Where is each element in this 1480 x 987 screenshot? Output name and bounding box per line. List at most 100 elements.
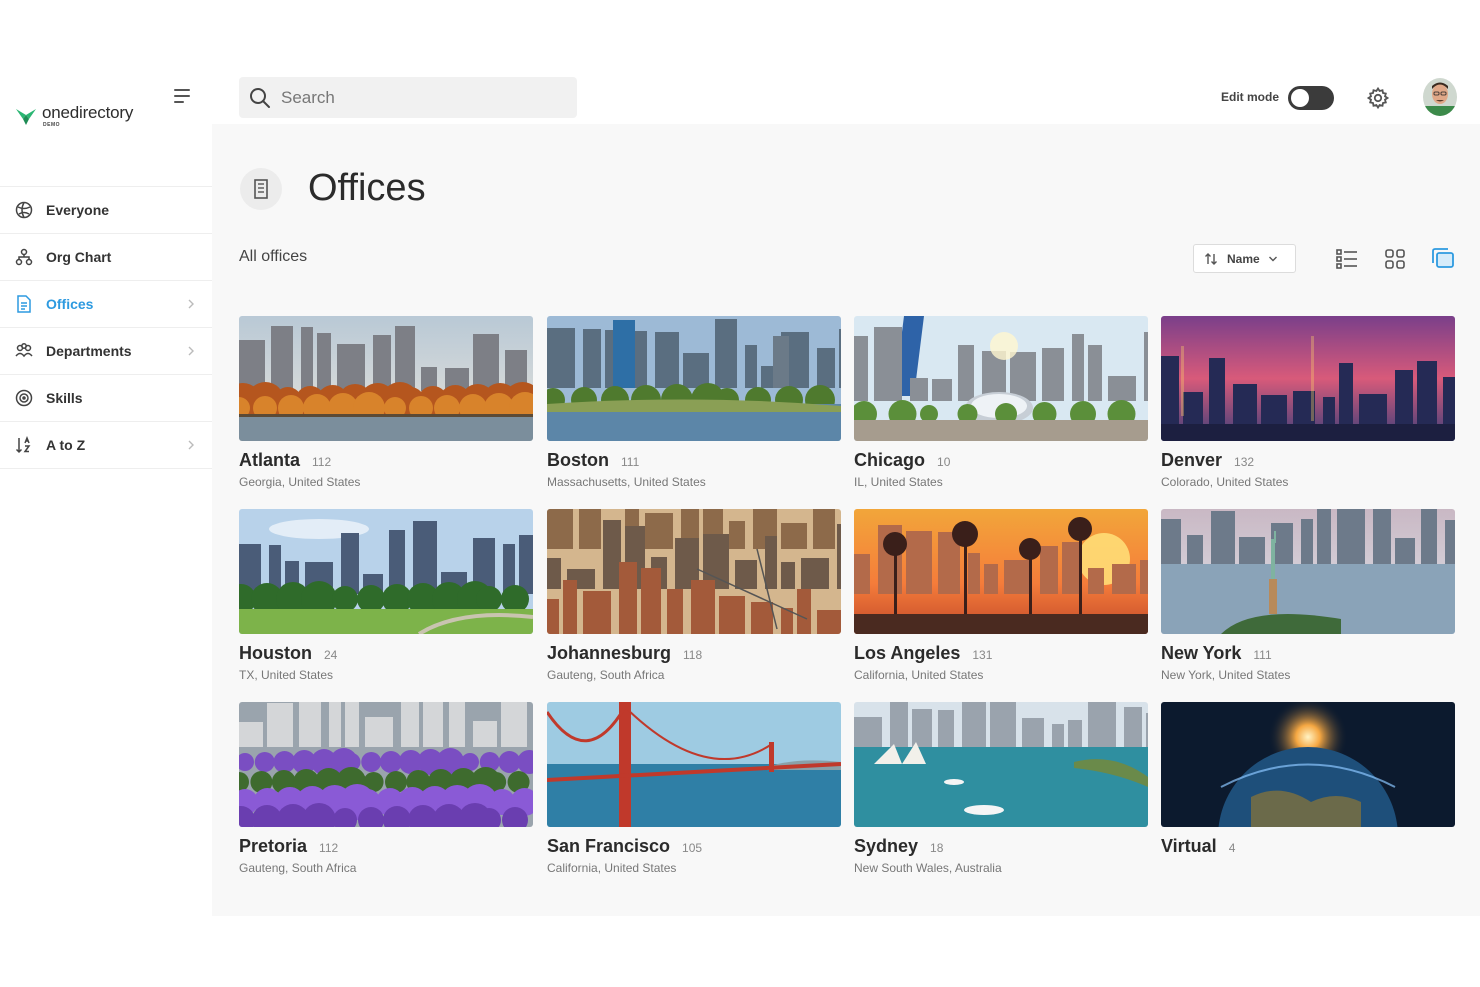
gear-icon[interactable]: [1366, 86, 1390, 110]
sort-label: Name: [1227, 251, 1260, 266]
office-name: Denver: [1161, 450, 1223, 470]
chevron-right-icon: [184, 344, 198, 358]
sort-icon: [1205, 252, 1217, 265]
office-location: Colorado, United States: [1161, 475, 1289, 489]
menu-toggle-button[interactable]: [174, 89, 194, 107]
sidebar-item-label: Org Chart: [46, 249, 112, 265]
office-location: Gauteng, South Africa: [239, 861, 357, 875]
office-card-boston[interactable]: Boston 111 Massachusetts, United States: [547, 316, 841, 501]
departments-icon: [14, 341, 34, 361]
office-location: California, United States: [547, 861, 677, 875]
sidebar-item-org-chart[interactable]: Org Chart: [0, 234, 212, 281]
toggle-knob: [1291, 89, 1309, 107]
sidebar-item-skills[interactable]: Skills: [0, 375, 212, 422]
office-location: Gauteng, South Africa: [547, 668, 665, 682]
office-photo: [547, 702, 841, 827]
office-title-row: San Francisco 105: [547, 836, 841, 857]
page-title: Offices: [308, 167, 426, 209]
office-name: San Francisco: [547, 836, 671, 856]
office-member-count: 10: [937, 455, 951, 469]
office-member-count: 118: [683, 648, 703, 662]
office-card-denver[interactable]: Denver 132 Colorado, United States: [1161, 316, 1455, 501]
office-name: Chicago: [854, 450, 926, 470]
sidebar-item-offices[interactable]: Offices: [0, 281, 212, 328]
office-title-row: Chicago 10: [854, 450, 1148, 471]
office-title-row: Houston 24: [239, 643, 533, 664]
edit-mode-label: Edit mode: [1221, 90, 1280, 104]
list-view-icon: [1336, 249, 1357, 269]
office-location: Georgia, United States: [239, 475, 361, 489]
office-photo: [239, 702, 533, 827]
office-location: California, United States: [854, 668, 984, 682]
sidebar-item-label: A to Z: [46, 437, 86, 453]
sort-dropdown[interactable]: Name: [1193, 244, 1296, 273]
office-location: New York, United States: [1161, 668, 1291, 682]
office-card-san-francisco[interactable]: San Francisco 105 California, United State…: [547, 702, 841, 887]
card-view-icon: [1432, 248, 1454, 268]
chevron-down-icon: [1268, 256, 1277, 261]
office-name: Pretoria: [239, 836, 308, 856]
office-name: Johannesburg: [547, 643, 672, 663]
office-member-count: 112: [319, 841, 339, 855]
building-icon: [14, 294, 34, 314]
org-chart-icon: [14, 247, 34, 267]
office-photo: [1161, 316, 1455, 441]
sidebar-item-a-to-z[interactable]: A to Z: [0, 422, 212, 469]
sidebar-nav: Everyone Org Chart Offices Departments Skill…: [0, 186, 212, 469]
office-photo: [854, 316, 1148, 441]
chevron-right-icon: [184, 297, 198, 311]
sidebar-item-label: Departments: [46, 343, 132, 359]
building-icon: [254, 179, 268, 199]
office-member-count: 131: [972, 648, 993, 662]
sidebar-item-everyone[interactable]: Everyone: [0, 187, 212, 234]
office-card-atlanta[interactable]: Atlanta 112 Georgia, United States: [239, 316, 533, 501]
office-photo: [854, 702, 1148, 827]
search-icon: [250, 87, 270, 108]
office-card-sydney[interactable]: Sydney 18 New South Wales, Australia: [854, 702, 1148, 887]
sidebar-item-departments[interactable]: Departments: [0, 328, 212, 375]
offices-title-icon: [240, 168, 282, 210]
sidebar: onedirectory DEMO Everyone Org Chart Offic…: [0, 72, 212, 916]
office-location: New South Wales, Australia: [854, 861, 1002, 875]
globe-icon: [14, 200, 34, 220]
section-subtitle: All offices: [239, 248, 308, 265]
office-member-count: 18: [930, 841, 944, 855]
office-location: IL, United States: [854, 475, 943, 489]
office-photo: [547, 509, 841, 634]
office-title-row: Sydney 18: [854, 836, 1148, 857]
office-member-count: 111: [1253, 648, 1272, 662]
office-photo: [854, 509, 1148, 634]
office-card-chicago[interactable]: Chicago 10 IL, United States: [854, 316, 1148, 501]
edit-mode-toggle[interactable]: [1288, 86, 1334, 110]
user-avatar[interactable]: [1423, 78, 1457, 116]
office-name: Los Angeles: [854, 643, 961, 663]
search-box[interactable]: [239, 77, 577, 118]
search-input[interactable]: [281, 87, 561, 108]
list-view-button[interactable]: [1334, 246, 1360, 272]
sort-az-icon: [14, 435, 34, 455]
office-member-count: 112: [312, 455, 332, 469]
office-photo: [547, 316, 841, 441]
office-card-houston[interactable]: Houston 24 TX, United States: [239, 509, 533, 694]
office-title-row: Denver 132: [1161, 450, 1455, 471]
skills-icon: [14, 388, 34, 408]
card-view-button[interactable]: [1430, 246, 1456, 272]
sidebar-item-label: Everyone: [46, 202, 110, 218]
office-card-pretoria[interactable]: Pretoria 112 Gauteng, South Africa: [239, 702, 533, 887]
logo[interactable]: onedirectory DEMO: [14, 104, 133, 128]
office-card-new-york[interactable]: New York 111 New York, United States: [1161, 509, 1455, 694]
office-member-count: 111: [621, 455, 640, 469]
office-card-los-angeles[interactable]: Los Angeles 131 California, United States: [854, 509, 1148, 694]
grid-view-button[interactable]: [1382, 246, 1408, 272]
office-location: Massachusetts, United States: [547, 475, 706, 489]
office-title-row: Atlanta 112: [239, 450, 533, 471]
main-content: Offices All offices Name Atlanta 112 Geo…: [212, 124, 1480, 916]
office-card-virtual[interactable]: Virtual 4: [1161, 702, 1455, 887]
hamburger-icon: [174, 89, 190, 91]
office-name: Atlanta: [239, 450, 301, 470]
office-title-row: Boston 111: [547, 450, 841, 471]
office-card-johannesburg[interactable]: Johannesburg 118 Gauteng, South Africa: [547, 509, 841, 694]
office-location: TX, United States: [239, 668, 334, 682]
office-member-count: 24: [323, 648, 338, 662]
app-window: onedirectory DEMO Everyone Org Chart Offic…: [0, 72, 1480, 916]
